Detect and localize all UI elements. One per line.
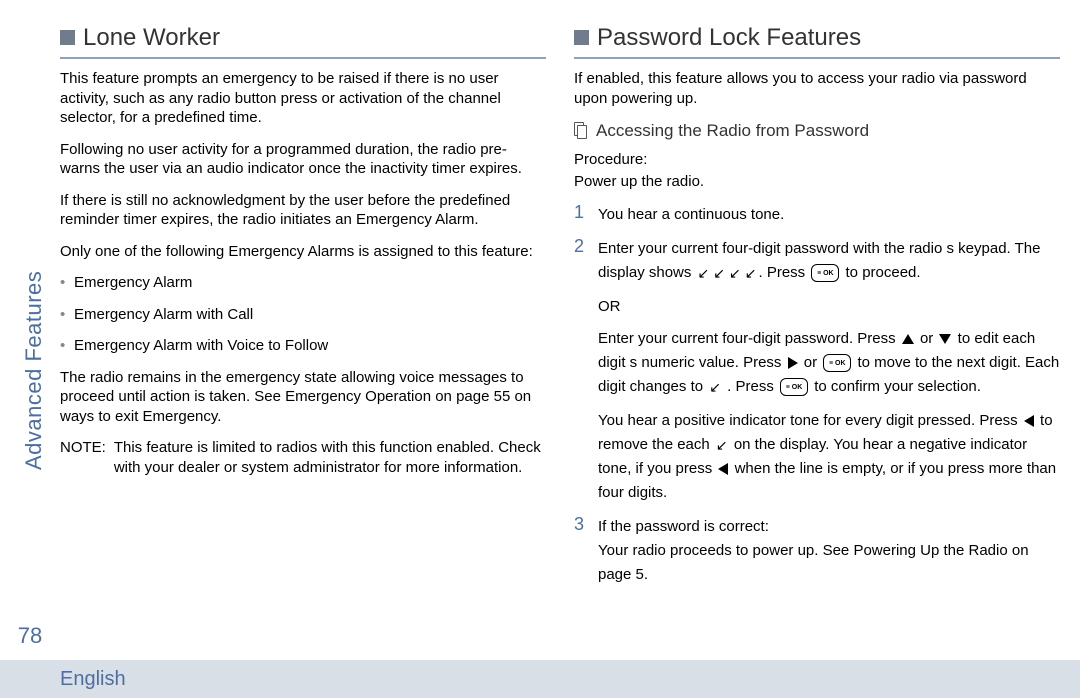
procedure-label: Procedure: [574, 150, 1060, 170]
paragraph: The radio remains in the emergency state… [60, 368, 546, 427]
heading-lone-worker: Lone Worker [60, 22, 546, 53]
up-arrow-icon [902, 334, 914, 344]
arrow-sw-icon: ↙ [713, 262, 725, 284]
text-run: to proceed. [846, 264, 921, 281]
step-body: If the password is correct: Your radio p… [598, 515, 1060, 587]
text-run: or [920, 330, 938, 347]
procedure-step: 1 You hear a continuous tone. [574, 203, 1060, 227]
step-body: Enter your current four-digit password w… [598, 237, 1060, 505]
subheading-text: Accessing the Radio from Password [596, 120, 869, 142]
text-run: You hear a positive indicator tone for e… [598, 412, 1022, 429]
ok-button-icon: ≡ OK [811, 264, 839, 282]
arrow-sw-icon: ↙ [745, 262, 757, 284]
procedure-step: 3 If the password is correct: Your radio… [574, 515, 1060, 587]
list-item: Emergency Alarm with Voice to Follow [60, 336, 546, 356]
arrow-sw-icon: ↙ [729, 262, 741, 284]
paragraph: If enabled, this feature allows you to a… [574, 69, 1060, 108]
heading-rule [60, 57, 546, 59]
arrow-sw-icon: ↙ [698, 262, 710, 284]
arrow-sw-icon: ↙ [709, 376, 721, 398]
paragraph: This feature prompts an emergency to be … [60, 69, 546, 128]
language-label: English [60, 666, 126, 692]
note-label: NOTE: [60, 438, 106, 477]
text-run: to confirm your selection. [814, 378, 981, 395]
paragraph: If there is still no acknowledgment by t… [60, 191, 546, 230]
down-arrow-icon [939, 334, 951, 344]
heading-password-lock: Password Lock Features [574, 22, 1060, 53]
right-arrow-icon [788, 357, 798, 369]
language-band: English [0, 660, 1080, 698]
subheading-accessing-radio: Accessing the Radio from Password [574, 120, 1060, 142]
text-run: . Press [727, 378, 778, 395]
manual-page: Advanced Features 78 English Lone Worker… [0, 0, 1080, 698]
alarm-types-list: Emergency Alarm Emergency Alarm with Cal… [60, 273, 546, 356]
procedure-step: 2 Enter your current four-digit password… [574, 237, 1060, 505]
heading-rule [574, 57, 1060, 59]
section-bullet-icon [60, 30, 75, 45]
note-block: NOTE: This feature is limited to radios … [60, 438, 546, 477]
text-run: . Press [758, 264, 809, 281]
step-number: 1 [574, 203, 588, 227]
left-column: Lone Worker This feature prompts an emer… [60, 22, 546, 660]
left-arrow-icon [1024, 415, 1034, 427]
content-columns: Lone Worker This feature prompts an emer… [60, 22, 1060, 660]
power-up-text: Power up the radio. [574, 172, 1060, 192]
section-label: Advanced Features [20, 271, 49, 470]
step-number: 2 [574, 237, 588, 505]
list-item: Emergency Alarm [60, 273, 546, 293]
right-column: Password Lock Features If enabled, this … [574, 22, 1060, 660]
or-label: OR [598, 298, 621, 315]
note-text: This feature is limited to radios with t… [114, 438, 546, 477]
ok-button-icon: ≡ OK [823, 354, 851, 372]
sidebar: Advanced Features 78 [0, 0, 58, 698]
section-bullet-icon [574, 30, 589, 45]
ok-button-icon: ≡ OK [780, 378, 808, 396]
arrow-sw-icon: ↙ [716, 434, 728, 456]
heading-text: Lone Worker [83, 22, 220, 53]
list-item: Emergency Alarm with Call [60, 305, 546, 325]
step-number: 3 [574, 515, 588, 587]
heading-text: Password Lock Features [597, 22, 861, 53]
text-run: Enter your current four-digit password. … [598, 330, 900, 347]
left-arrow-icon [718, 463, 728, 475]
procedure-icon [574, 122, 588, 140]
text-run: or [804, 354, 822, 371]
step-body: You hear a continuous tone. [598, 203, 1060, 227]
paragraph: Following no user activity for a program… [60, 140, 546, 179]
page-number: 78 [10, 622, 50, 651]
paragraph: Only one of the following Emergency Alar… [60, 242, 546, 262]
